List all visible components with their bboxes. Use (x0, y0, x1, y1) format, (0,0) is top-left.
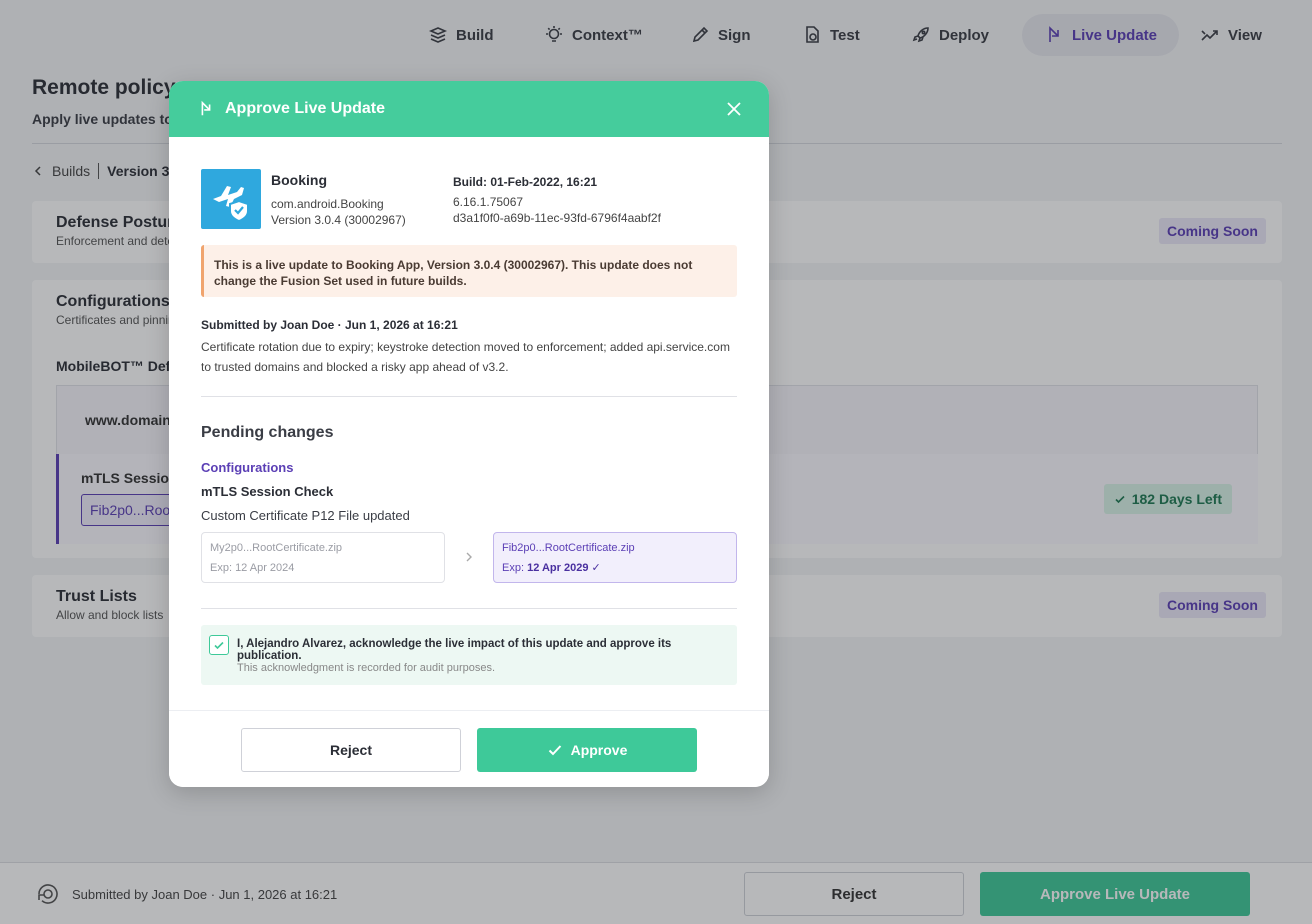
build-date: Build: 01-Feb-2022, 16:21 (453, 175, 598, 189)
update-summary: Certificate rotation due to expiry; keys… (201, 340, 730, 374)
check-icon (548, 745, 561, 756)
live-update-icon (201, 100, 211, 116)
pending-changes-heading: Pending changes (201, 424, 334, 441)
dialog-header: Approve Live Update (169, 81, 769, 137)
divider (201, 608, 737, 609)
checkmark-icon (214, 641, 224, 650)
live-update-notice: This is a live update to Booking App, Ve… (201, 245, 737, 297)
old-certificate-file: My2p0...RootCertificate.zip Exp: 12 Apr … (201, 532, 445, 583)
acknowledge-label[interactable]: I, Alejandro Alvarez, acknowledge the li… (237, 638, 737, 662)
divider (201, 396, 737, 397)
change-description: Custom Certificate P12 File updated (201, 508, 410, 523)
new-certificate-file: Fib2p0...RootCertificate.zip Exp: 12 Apr… (493, 532, 737, 583)
acknowledgment-panel: I, Alejandro Alvarez, acknowledge the li… (201, 625, 737, 685)
new-file-expiry-value: 12 Apr 2029 ✓ (527, 562, 601, 574)
approve-label: Approve (570, 742, 628, 758)
airplane-shield-icon (213, 186, 249, 223)
new-file-expiry: Exp: 12 Apr 2029 ✓ (502, 561, 736, 576)
app-icon (201, 169, 261, 229)
dialog-reject-button[interactable]: Reject (241, 728, 461, 772)
acknowledge-note: This acknowledgment is recorded for audi… (237, 662, 496, 674)
app-name: Booking (271, 172, 327, 188)
dialog-title: Approve Live Update (225, 100, 386, 117)
new-file-expiry-label: Exp: (502, 562, 525, 574)
approve-live-update-dialog: Approve Live Update Booking com.android.… (169, 81, 769, 787)
configurations-link[interactable]: Configurations (201, 460, 293, 475)
app-package: com.android.Booking (271, 197, 384, 211)
app-version: Version 3.0.4 (30002967) (271, 213, 406, 227)
build-number: 6.16.1.75067 (453, 195, 524, 209)
build-id: d3a1f0f0-a69b-11ec-93fd-6796f4aabf2f (453, 211, 661, 225)
check-name: mTLS Session Check (201, 484, 334, 499)
dialog-approve-button[interactable]: Approve (477, 728, 697, 772)
chevron-right-icon (466, 552, 472, 562)
dialog-footer: Reject Approve (169, 710, 769, 787)
new-file-name: Fib2p0...RootCertificate.zip (502, 542, 635, 554)
old-file-name: My2p0...RootCertificate.zip (210, 542, 343, 554)
submitted-by: Submitted by Joan Doe · Jun 1, 2026 at 1… (201, 318, 458, 332)
close-icon[interactable] (725, 100, 743, 118)
old-file-expiry: Exp: 12 Apr 2024 (210, 562, 295, 574)
acknowledge-checkbox[interactable] (209, 635, 229, 655)
